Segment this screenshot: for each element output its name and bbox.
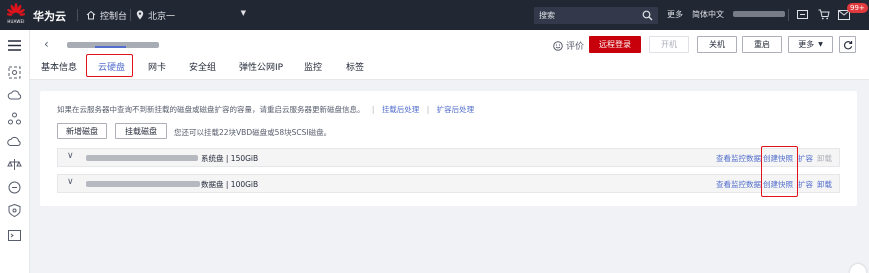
region-label: 北京一: [148, 11, 176, 22]
home-icon: [86, 10, 96, 20]
mount-guide-link[interactable]: 挂载后处理: [382, 105, 420, 114]
notification-badge: 99+: [847, 3, 868, 13]
attach-disk-button[interactable]: 挂载磁盘: [115, 123, 167, 139]
huawei-flower-icon: [7, 3, 25, 16]
cloud-icon[interactable]: [7, 88, 22, 103]
expand-guide-link[interactable]: 扩容后处理: [437, 105, 475, 114]
security-shield-icon[interactable]: [7, 203, 22, 218]
floating-help-icon[interactable]: [850, 264, 866, 273]
account-menu[interactable]: [733, 9, 785, 18]
disk-info: 系统盘 | 150GiB: [201, 154, 259, 163]
power-on-button[interactable]: 开机: [649, 36, 689, 53]
refresh-icon: [843, 40, 852, 49]
search-input[interactable]: 搜索: [534, 7, 658, 24]
balance-icon[interactable]: [7, 157, 22, 172]
tab-nic[interactable]: 网卡: [148, 60, 166, 73]
brand-name[interactable]: 华为云: [33, 8, 66, 24]
add-disk-button[interactable]: 新增磁盘: [57, 123, 107, 139]
disk-row-system[interactable]: ∨ 系统盘 | 150GiB 查看监控数据 创建快照 扩容 卸载: [57, 148, 840, 167]
more-label: 更多: [798, 40, 815, 49]
server-header: ‹ 评价 远程登录 开机 关机 重启 更多 ▼ 基本信息 云硬盘 网卡 安全组 …: [30, 30, 869, 80]
ecs-icon[interactable]: [7, 65, 22, 80]
caret-down-icon: ▼: [240, 9, 246, 17]
highlight-box-tab: [86, 54, 133, 77]
chevron-down-icon[interactable]: ∨: [67, 177, 74, 187]
console-label: 控制台: [100, 11, 128, 22]
chevron-down-icon[interactable]: ∨: [67, 151, 74, 161]
divider: [788, 9, 789, 21]
active-tab-indicator: [95, 46, 126, 48]
highlight-box-snapshot: [761, 146, 798, 197]
tab-security-group[interactable]: 安全组: [189, 60, 216, 73]
terminal-icon[interactable]: [7, 228, 22, 243]
view-monitoring-link[interactable]: 查看监控数据: [716, 179, 761, 190]
disk-name-blurred: [86, 155, 198, 161]
search-placeholder: 搜索: [539, 11, 555, 20]
tab-elastic-ip[interactable]: 弹性公网IP: [239, 60, 283, 73]
database-icon[interactable]: [7, 180, 22, 195]
console-home-link[interactable]: 控制台: [86, 7, 127, 23]
search-icon[interactable]: [642, 10, 653, 21]
menu-icon[interactable]: [7, 38, 22, 53]
remote-login-button[interactable]: 远程登录: [589, 36, 641, 53]
restart-button[interactable]: 重启: [742, 36, 782, 53]
expand-link[interactable]: 扩容: [798, 179, 813, 190]
cart-icon[interactable]: [818, 9, 830, 20]
tab-basic-info[interactable]: 基本信息: [41, 60, 77, 73]
disk-name-blurred: [86, 181, 200, 187]
refresh-button[interactable]: [839, 36, 856, 53]
caret-down-icon: ▼: [818, 41, 823, 48]
tab-monitoring[interactable]: 监控: [304, 60, 322, 73]
view-monitoring-link[interactable]: 查看监控数据: [716, 153, 761, 164]
unmount-link[interactable]: 卸载: [817, 179, 832, 190]
disk-row-data[interactable]: ∨ 数据盘 | 100GiB 查看监控数据 创建快照 扩容 卸载: [57, 174, 840, 193]
tab-tags[interactable]: 标签: [346, 60, 364, 73]
divider: [130, 9, 131, 21]
unmount-link-disabled: 卸载: [817, 154, 832, 163]
info-text: 如果在云服务器中查询不到新挂载的磁盘或磁盘扩容的容量，请重启云服务器更新磁盘信息…: [57, 105, 365, 114]
service-sidebar: [0, 30, 30, 273]
power-off-button[interactable]: 关机: [697, 36, 737, 53]
disk-panel: 如果在云服务器中查询不到新挂载的磁盘或磁盘扩容的容量，请重启云服务器更新磁盘信息…: [40, 91, 857, 206]
message-icon[interactable]: [797, 10, 808, 20]
logo-text: HUAWEI: [7, 19, 25, 24]
storage-cloud-icon[interactable]: [7, 134, 22, 149]
attach-hint: 您还可以挂载22块VBD磁盘或58块SCSI磁盘。: [174, 128, 332, 137]
network-icon[interactable]: [7, 111, 22, 126]
top-navigation-bar: HUAWEI 华为云 控制台 北京一 ▼ 搜索 更多 简体中文 99+: [0, 0, 869, 30]
language-switch[interactable]: 简体中文: [692, 9, 724, 20]
account-name-blurred: [733, 10, 785, 17]
separator: |: [371, 105, 375, 114]
divider: [77, 9, 78, 21]
disk-info: 数据盘 | 100GiB: [201, 180, 259, 189]
info-notice: 如果在云服务器中查询不到新挂载的磁盘或磁盘扩容的容量，请重启云服务器更新磁盘信息…: [57, 104, 474, 115]
rate-feedback[interactable]: 评价: [553, 39, 584, 52]
more-menu[interactable]: 更多: [667, 9, 683, 20]
more-actions-button[interactable]: 更多 ▼: [788, 36, 833, 53]
location-pin-icon: [136, 10, 144, 20]
expand-link[interactable]: 扩容: [798, 153, 813, 164]
separator: |: [426, 105, 430, 114]
region-selector[interactable]: 北京一 ▼: [136, 7, 248, 23]
huawei-logo[interactable]: HUAWEI: [5, 3, 27, 27]
rate-label: 评价: [566, 42, 585, 52]
back-arrow-icon[interactable]: ‹: [44, 37, 49, 51]
smile-icon: [553, 40, 563, 51]
